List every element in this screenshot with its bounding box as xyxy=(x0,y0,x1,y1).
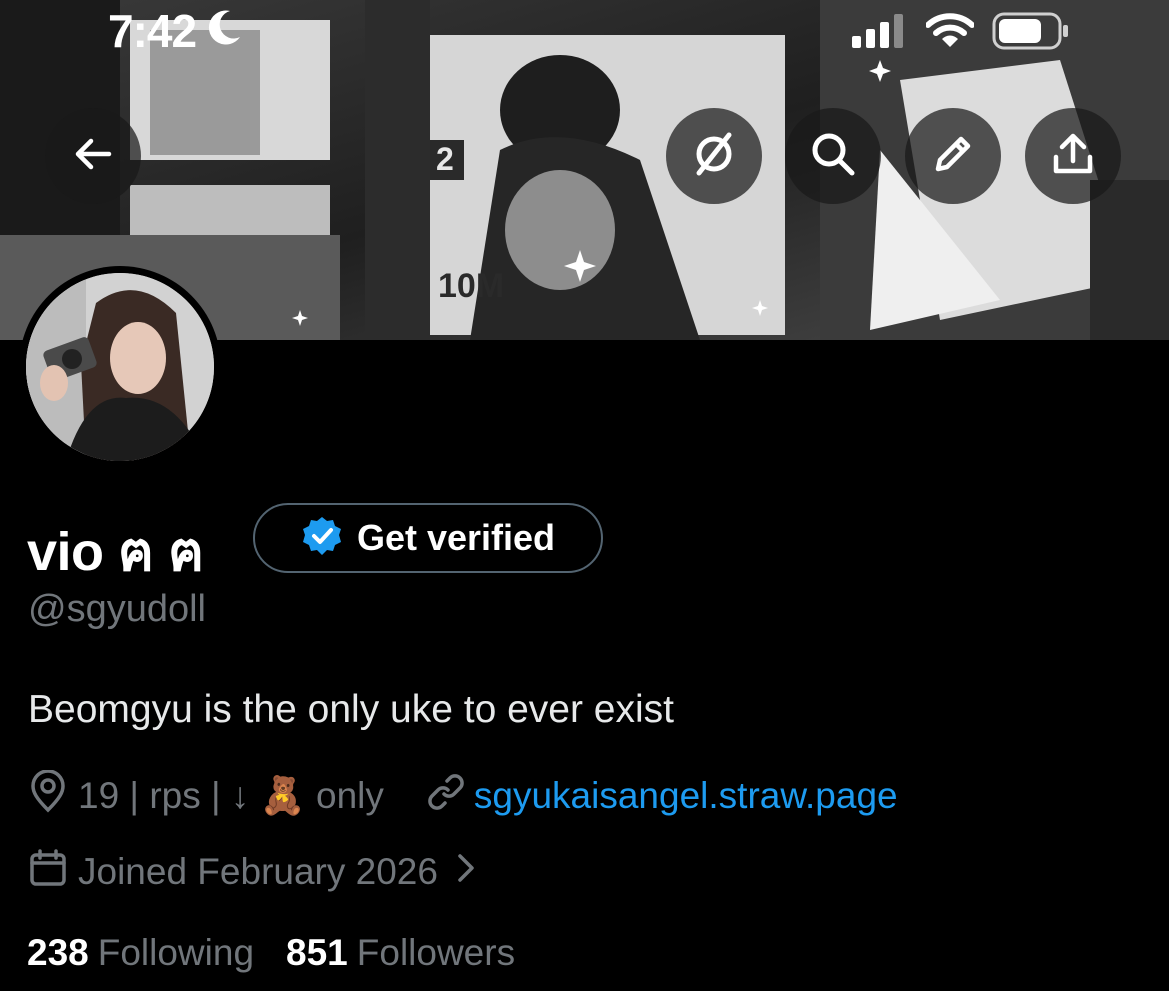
search-button[interactable] xyxy=(785,108,881,204)
share-icon xyxy=(1050,131,1096,182)
joined-date-text: Joined February 2026 xyxy=(78,851,438,892)
search-icon xyxy=(809,130,857,183)
back-button[interactable] xyxy=(45,108,141,204)
grok-icon xyxy=(689,129,739,184)
location-icon xyxy=(28,768,68,823)
display-name: vio ฅ ฅ xyxy=(27,522,204,582)
grok-button[interactable] xyxy=(666,108,762,204)
profile-avatar[interactable] xyxy=(19,266,221,468)
following-count: 238 xyxy=(27,932,89,973)
profile-bio: Beomgyu is the only uke to ever exist xyxy=(28,688,674,731)
avatar-photo xyxy=(26,273,214,461)
link-icon xyxy=(426,772,466,821)
following-label: Following xyxy=(97,932,255,973)
get-verified-label: Get verified xyxy=(356,517,556,558)
joined-date-row[interactable]: Joined February 2026 xyxy=(28,846,476,898)
followers-count: 851 xyxy=(286,932,348,973)
follow-stats: 238 Following 851 Followers xyxy=(27,932,515,974)
calendar-icon xyxy=(28,848,68,897)
website-link[interactable]: sgyukaisangel.straw.page xyxy=(474,775,898,817)
wifi-icon xyxy=(925,13,975,54)
status-time: 7:42 xyxy=(108,4,244,58)
banner-10m-text: 10M xyxy=(438,267,504,305)
profile-meta-row: 19 | rps | ↓ 🧸 only sgyukaisangel.straw.… xyxy=(28,768,898,823)
status-time-text: 7:42 xyxy=(108,5,197,57)
followers-link[interactable]: 851 Followers xyxy=(286,932,515,974)
location-text: 19 | rps | ↓ 🧸 only xyxy=(78,774,384,816)
chevron-right-icon xyxy=(456,851,476,893)
cellular-signal-icon xyxy=(852,14,908,53)
edit-profile-button[interactable] xyxy=(905,108,1001,204)
battery-icon xyxy=(992,12,1070,55)
get-verified-button[interactable]: Get verified xyxy=(253,503,603,573)
banner-number-text: 2 xyxy=(436,141,454,177)
verified-badge-icon xyxy=(301,515,343,562)
back-arrow-icon xyxy=(71,132,115,181)
status-right-icons xyxy=(852,12,1070,55)
following-link[interactable]: 238 Following xyxy=(27,932,254,974)
edit-pencil-icon xyxy=(930,131,976,182)
profile-handle: @sgyudoll xyxy=(28,588,206,630)
share-button[interactable] xyxy=(1025,108,1121,204)
followers-label: Followers xyxy=(356,932,516,973)
moon-icon xyxy=(204,4,244,58)
